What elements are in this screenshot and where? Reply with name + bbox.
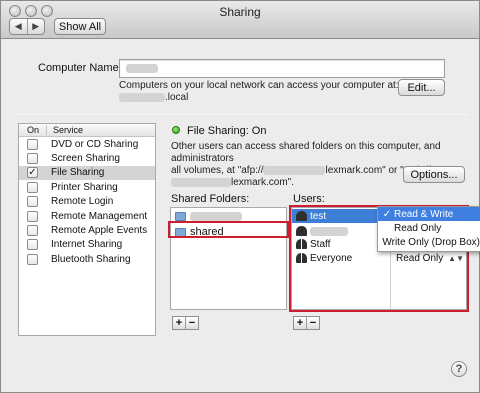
service-label: Remote Login <box>51 196 114 208</box>
services-header: On Service <box>19 124 155 137</box>
menu-item-write-only[interactable]: Write Only (Drop Box) <box>378 235 480 249</box>
checkbox[interactable] <box>27 210 38 222</box>
checkbox[interactable] <box>27 138 38 150</box>
checkbox[interactable] <box>27 196 38 208</box>
menu-item-read-only[interactable]: Read Only <box>378 221 480 235</box>
help-button[interactable]: ? <box>451 361 467 377</box>
options-button[interactable]: Options... <box>403 166 465 183</box>
redacted-host <box>263 165 326 175</box>
service-row-remote-management[interactable]: Remote Management <box>19 209 155 223</box>
checkbox[interactable] <box>27 225 38 237</box>
service-label: Screen Sharing <box>51 153 120 165</box>
service-label: Internet Sharing <box>51 239 123 251</box>
forward-arrow-icon[interactable]: ▶ <box>26 19 45 34</box>
services-list: On Service DVD or CD Sharing Screen Shar… <box>18 123 156 336</box>
description-line1: Other users can access shared folders on… <box>171 141 441 164</box>
service-label: Printer Sharing <box>51 181 118 193</box>
menu-label: Read & Write <box>394 208 454 220</box>
window-title: Sharing <box>219 5 261 19</box>
computer-name-label: Computer Name: <box>38 62 122 74</box>
edit-button[interactable]: Edit... <box>398 79 445 96</box>
shared-folders-label: Shared Folders: <box>171 193 250 205</box>
redacted-hostname <box>119 92 165 102</box>
remove-folder-button[interactable]: − <box>185 317 198 329</box>
user-add-remove: + − <box>293 316 320 330</box>
column-on-header[interactable]: On <box>19 125 47 135</box>
privilege-menu: ✓ Read & Write Read Only Write Only (Dro… <box>377 206 480 252</box>
local-suffix: .local <box>165 92 189 103</box>
menu-label: Write Only (Drop Box) <box>382 236 480 248</box>
checkbox[interactable] <box>27 239 38 251</box>
service-label: Remote Management <box>51 210 148 222</box>
menu-item-read-write[interactable]: ✓ Read & Write <box>378 207 480 221</box>
redacted-folder <box>190 211 242 221</box>
service-row-file-sharing[interactable]: ✓ File Sharing <box>19 165 155 181</box>
remove-user-button[interactable]: − <box>306 317 319 329</box>
divider <box>14 114 468 115</box>
service-label: Remote Apple Events <box>51 225 148 237</box>
service-row-remote-login[interactable]: Remote Login <box>19 195 155 209</box>
sharing-window: Sharing ◀ ▶ Show All Computer Name: Comp… <box>0 0 480 393</box>
service-row-internet-sharing[interactable]: Internet Sharing <box>19 238 155 252</box>
afp-prefix: all volumes, at "afp:// <box>171 165 264 176</box>
computer-name-field[interactable] <box>119 59 445 78</box>
folder-icon <box>175 211 186 221</box>
checkbox[interactable] <box>27 153 38 165</box>
add-folder-button[interactable]: + <box>173 317 185 329</box>
menu-label: Read Only <box>394 222 442 234</box>
checkbox-checked[interactable]: ✓ <box>27 167 38 179</box>
folder-add-remove: + − <box>172 316 199 330</box>
smb-suffix: lexmark.com". <box>231 177 295 188</box>
titlebar: Sharing ◀ ▶ Show All <box>1 1 479 39</box>
users-label: Users: <box>293 193 325 205</box>
back-forward-group: ◀ ▶ <box>9 18 45 35</box>
computer-name-note-line1: Computers on your local network can acce… <box>119 80 399 91</box>
redacted-text <box>126 64 158 73</box>
service-row-dvd[interactable]: DVD or CD Sharing <box>19 137 155 151</box>
redacted-host <box>171 177 231 187</box>
show-all-button[interactable]: Show All <box>54 18 106 35</box>
service-label: File Sharing <box>51 167 105 179</box>
add-user-button[interactable]: + <box>294 317 306 329</box>
checkbox[interactable] <box>27 181 38 193</box>
file-sharing-status: File Sharing: On <box>187 125 267 137</box>
service-row-bluetooth-sharing[interactable]: Bluetooth Sharing <box>19 252 155 266</box>
checkbox[interactable] <box>27 253 38 265</box>
computer-name-address: .local <box>119 92 399 104</box>
service-row-remote-apple-events[interactable]: Remote Apple Events <box>19 223 155 237</box>
check-icon: ✓ <box>382 208 392 220</box>
back-arrow-icon[interactable]: ◀ <box>10 19 27 34</box>
service-row-printer-sharing[interactable]: Printer Sharing <box>19 180 155 194</box>
column-service-header[interactable]: Service <box>47 125 83 135</box>
highlight-box <box>168 221 289 238</box>
service-label: DVD or CD Sharing <box>51 138 139 150</box>
computer-name-note: Computers on your local network can acce… <box>119 80 399 104</box>
status-indicator-icon <box>172 126 180 134</box>
service-label: Bluetooth Sharing <box>51 253 131 265</box>
service-row-screen-sharing[interactable]: Screen Sharing <box>19 151 155 165</box>
